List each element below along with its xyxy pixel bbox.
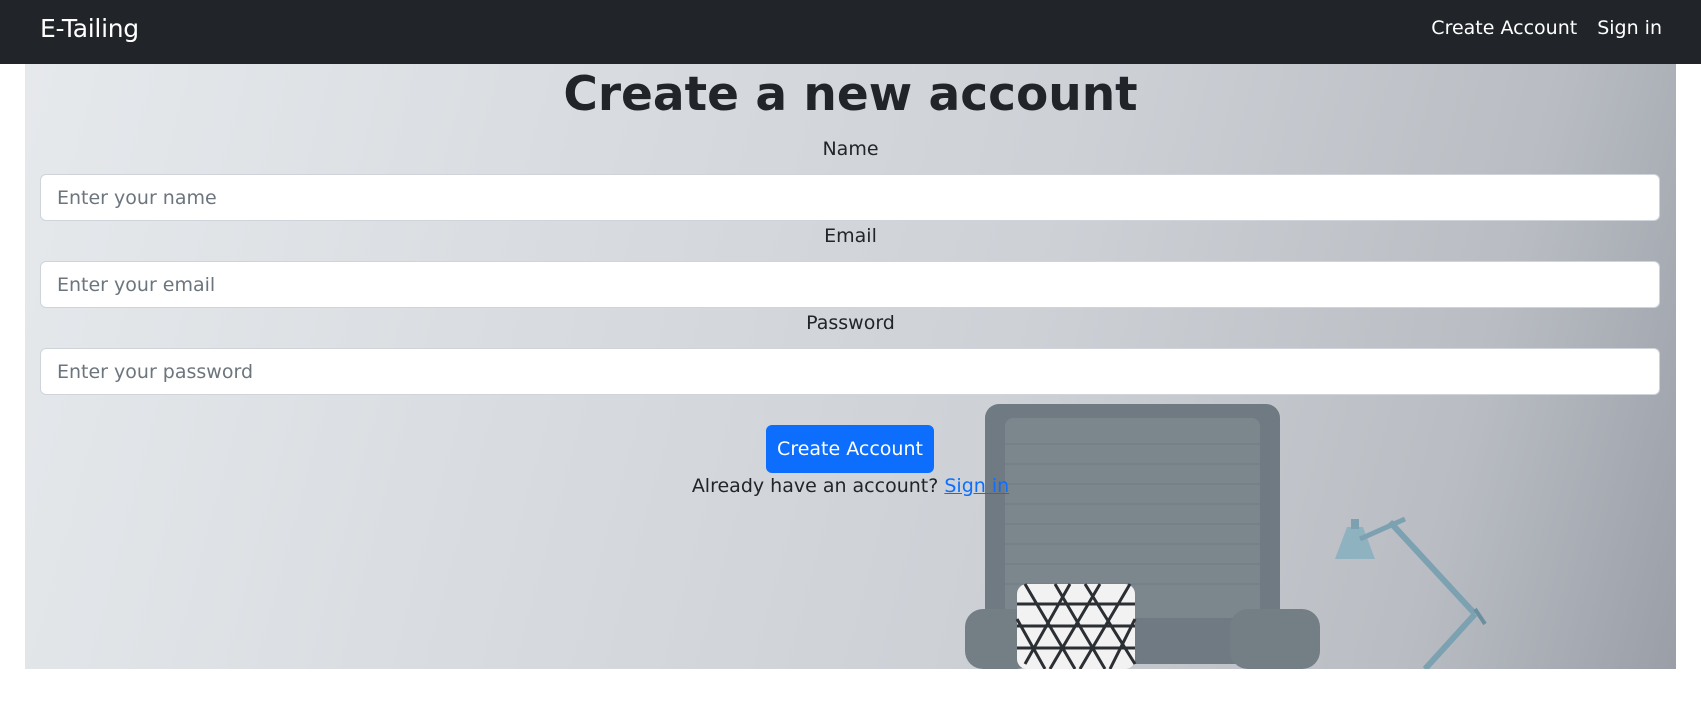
name-input[interactable] bbox=[40, 174, 1660, 221]
create-account-button[interactable]: Create Account bbox=[766, 425, 934, 473]
top-navbar: E-Tailing Create Account Sign in bbox=[0, 0, 1701, 64]
hero-section: Create a new account Name Email Password… bbox=[25, 64, 1676, 669]
nav-sign-in-link[interactable]: Sign in bbox=[1597, 17, 1662, 39]
desk-lamp-image bbox=[1335, 516, 1487, 669]
signin-prompt-text: Already have an account? bbox=[691, 475, 939, 497]
email-label: Email bbox=[824, 225, 877, 247]
sign-in-link[interactable]: Sign in bbox=[944, 475, 1009, 497]
brand-logo[interactable]: E-Tailing bbox=[40, 14, 139, 43]
name-label: Name bbox=[822, 138, 879, 160]
furniture-illustration bbox=[965, 404, 1487, 669]
page-title: Create a new account bbox=[563, 67, 1138, 122]
password-input[interactable] bbox=[40, 348, 1660, 395]
nav-create-account-link[interactable]: Create Account bbox=[1431, 17, 1577, 39]
cushion-image bbox=[1015, 583, 1137, 669]
password-label: Password bbox=[806, 312, 895, 334]
email-input[interactable] bbox=[40, 261, 1660, 308]
nav-links: Create Account Sign in bbox=[1431, 17, 1662, 39]
signin-prompt-line: Already have an account? Sign in bbox=[25, 475, 1676, 497]
